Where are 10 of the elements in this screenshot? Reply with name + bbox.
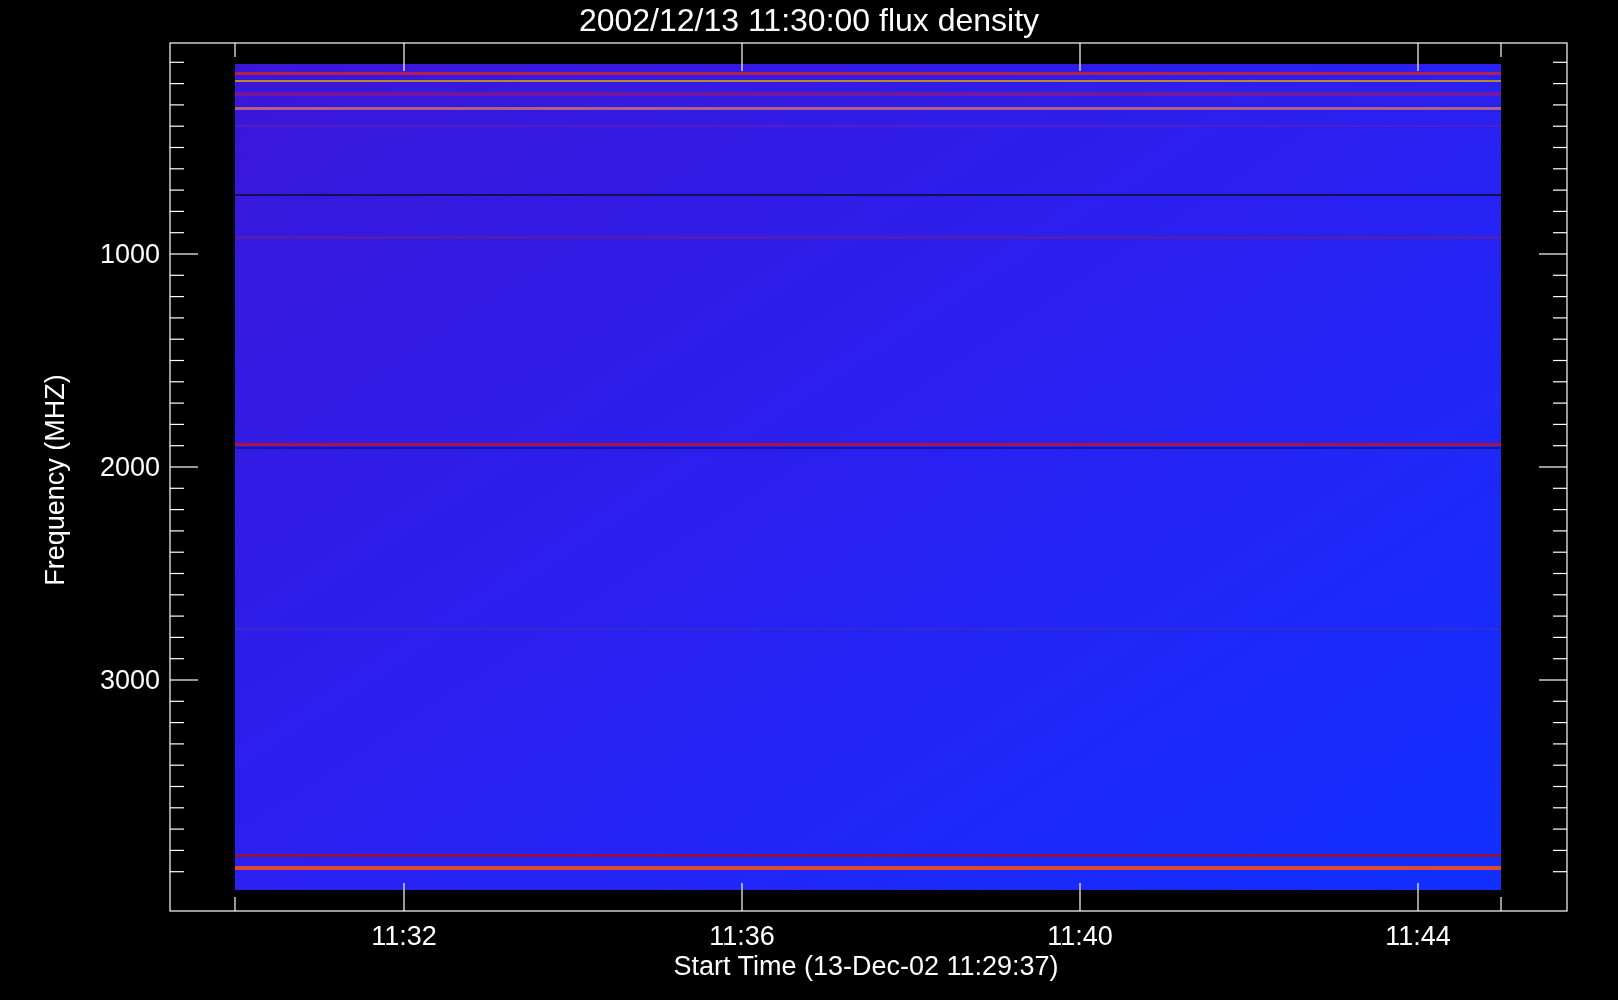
y-tick-label: 3000 xyxy=(99,665,160,695)
x-axis-label: Start Time (13-Dec-02 11:29:37) xyxy=(673,951,1059,981)
x-tick-label: 11:44 xyxy=(1385,921,1451,951)
y-tick-label: 1000 xyxy=(99,239,160,269)
x-tick-label: 11:36 xyxy=(709,921,775,951)
x-tick-label: 11:32 xyxy=(371,921,437,951)
y-axis-label: Frequency (MHZ) xyxy=(40,374,70,586)
x-tick-label: 11:40 xyxy=(1047,921,1113,951)
y-tick-label: 2000 xyxy=(99,452,160,482)
plot-title: 2002/12/13 11:30:00 flux density xyxy=(578,2,1040,38)
